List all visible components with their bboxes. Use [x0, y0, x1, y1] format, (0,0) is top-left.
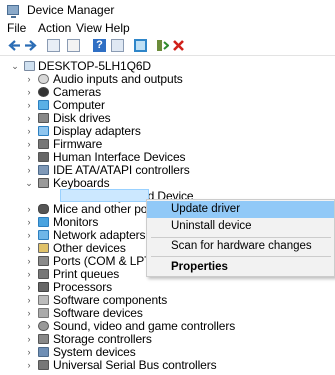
- computer-view-icon[interactable]: [111, 39, 124, 52]
- chevron-right-icon[interactable]: ›: [25, 112, 33, 125]
- toolbar: ?: [0, 37, 335, 56]
- chevron-right-icon[interactable]: ›: [25, 203, 33, 216]
- chevron-right-icon[interactable]: ›: [25, 242, 33, 255]
- monitor-icon: [38, 217, 49, 227]
- chevron-right-icon[interactable]: ›: [25, 294, 33, 307]
- processor-icon: [38, 282, 49, 292]
- speaker-icon: [38, 74, 49, 84]
- hid-icon: [38, 152, 49, 162]
- chevron-right-icon[interactable]: ›: [25, 333, 33, 346]
- disk-drive-icon: [38, 113, 49, 123]
- context-update-driver[interactable]: Update driver: [147, 201, 334, 218]
- chevron-right-icon[interactable]: ›: [25, 229, 33, 242]
- forward-arrow-icon[interactable]: [24, 39, 37, 52]
- mouse-icon: [38, 204, 49, 214]
- menu-bar: File Action View Help: [0, 20, 335, 36]
- show-hidden-icon[interactable]: [67, 39, 80, 52]
- chevron-right-icon[interactable]: ›: [25, 320, 33, 333]
- chevron-right-icon[interactable]: ›: [25, 359, 33, 372]
- computer-icon: [24, 61, 35, 71]
- system-devices-icon: [38, 347, 49, 357]
- other-devices-icon: [38, 243, 49, 253]
- update-driver-icon[interactable]: [156, 39, 170, 52]
- chevron-right-icon[interactable]: ›: [25, 281, 33, 294]
- chevron-right-icon[interactable]: ›: [25, 151, 33, 164]
- chevron-right-icon[interactable]: ›: [25, 255, 33, 268]
- chevron-right-icon[interactable]: ›: [25, 86, 33, 99]
- help-icon[interactable]: ?: [93, 39, 106, 52]
- window-title: Device Manager: [27, 3, 115, 17]
- computer-icon: [38, 100, 49, 110]
- printer-icon: [38, 269, 49, 279]
- storage-controller-icon: [38, 334, 49, 344]
- menu-view[interactable]: View: [76, 21, 102, 35]
- keyboard-icon: [38, 178, 49, 188]
- camera-icon: [38, 87, 49, 97]
- chevron-right-icon[interactable]: ›: [25, 125, 33, 138]
- firmware-icon: [38, 139, 49, 149]
- chevron-down-icon[interactable]: ⌄: [11, 60, 19, 73]
- context-uninstall-device[interactable]: Uninstall device: [147, 218, 334, 235]
- context-separator: [151, 256, 331, 257]
- chevron-right-icon[interactable]: ›: [25, 138, 33, 151]
- menu-help[interactable]: Help: [105, 21, 130, 35]
- network-adapter-icon: [38, 230, 49, 240]
- chevron-down-icon[interactable]: ⌄: [25, 177, 33, 190]
- context-scan-hardware[interactable]: Scan for hardware changes: [147, 238, 334, 255]
- chevron-right-icon[interactable]: ›: [25, 268, 33, 281]
- menu-action[interactable]: Action: [38, 21, 71, 35]
- chevron-right-icon[interactable]: ›: [25, 73, 33, 86]
- back-arrow-icon[interactable]: [8, 39, 21, 52]
- properties-icon[interactable]: [47, 39, 60, 52]
- chevron-right-icon[interactable]: ›: [25, 164, 33, 177]
- menu-file[interactable]: File: [7, 21, 26, 35]
- selected-row-highlight: [60, 189, 149, 202]
- tree-item-label: Universal Serial Bus controllers: [53, 358, 217, 372]
- software-device-icon: [38, 308, 49, 318]
- chevron-right-icon[interactable]: ›: [25, 99, 33, 112]
- title-bar: Device Manager: [0, 0, 335, 20]
- chevron-right-icon[interactable]: ›: [25, 346, 33, 359]
- context-menu: Update driver Uninstall device Scan for …: [146, 199, 335, 277]
- software-component-icon: [38, 295, 49, 305]
- ide-controller-icon: [38, 165, 49, 175]
- uninstall-icon[interactable]: [172, 39, 185, 52]
- context-properties[interactable]: Properties: [147, 259, 334, 276]
- device-manager-icon: [7, 5, 19, 18]
- chevron-right-icon[interactable]: ›: [25, 216, 33, 229]
- chevron-right-icon[interactable]: ›: [25, 307, 33, 320]
- sound-icon: [38, 321, 49, 331]
- port-icon: [38, 256, 49, 266]
- display-adapter-icon: [38, 126, 49, 136]
- usb-icon: [38, 360, 49, 370]
- monitor-icon[interactable]: [134, 39, 147, 52]
